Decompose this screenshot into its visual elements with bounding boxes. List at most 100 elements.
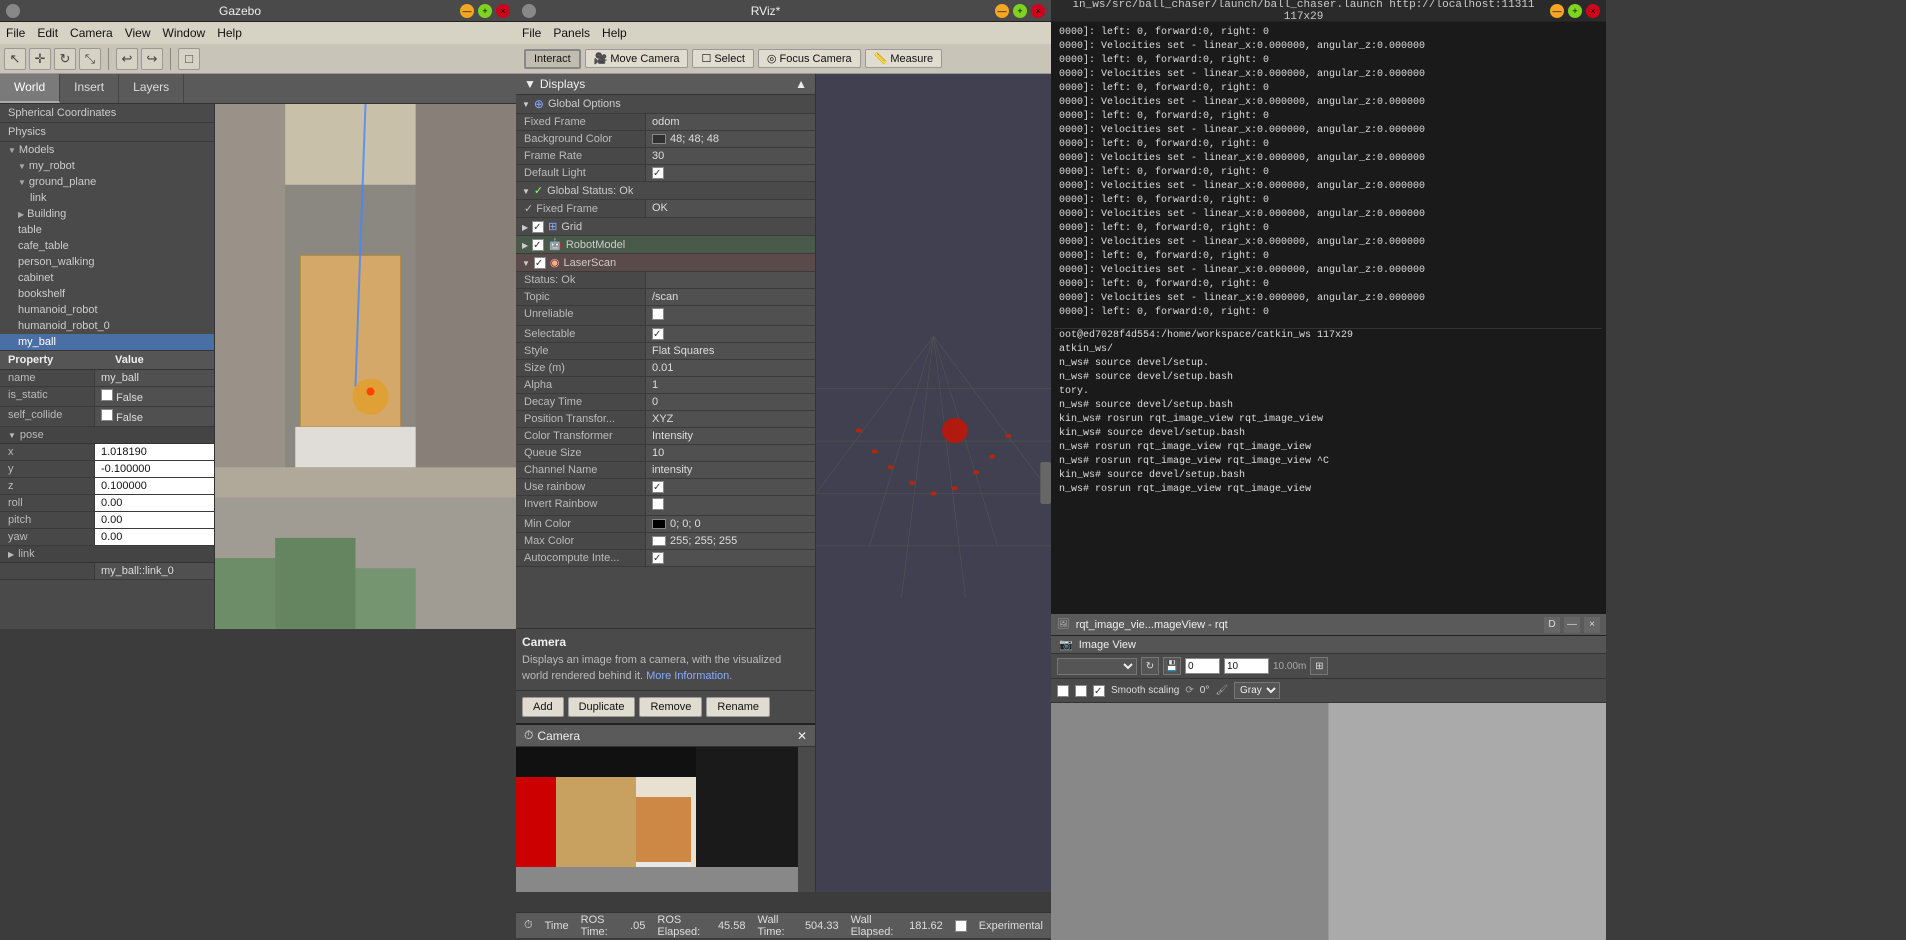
- terminal-minimize[interactable]: —: [1550, 4, 1564, 18]
- sidebar-item-humanoid-robot-0[interactable]: humanoid_robot_0: [0, 318, 214, 334]
- channel-checkbox-2[interactable]: [1075, 685, 1087, 697]
- rviz-window-controls[interactable]: — + ×: [995, 4, 1045, 18]
- laser-alpha-value[interactable]: 1: [646, 377, 815, 393]
- menu-help[interactable]: Help: [217, 26, 242, 40]
- redo-icon[interactable]: ↪: [141, 48, 163, 70]
- duplicate-display-button[interactable]: Duplicate: [568, 697, 636, 717]
- menu-view[interactable]: View: [125, 26, 151, 40]
- pose-section[interactable]: pose: [0, 427, 214, 444]
- gazebo-maximize-button[interactable]: +: [478, 4, 492, 18]
- laser-color-transformer-value[interactable]: Intensity: [646, 428, 815, 444]
- channel-checkbox-1[interactable]: [1057, 685, 1069, 697]
- add-display-button[interactable]: Add: [522, 697, 564, 717]
- laser-rainbow-value[interactable]: [646, 479, 815, 495]
- laser-max-color-value[interactable]: 255; 255; 255: [646, 533, 815, 549]
- prop-value-self-collide[interactable]: False: [95, 407, 214, 426]
- gazebo-viewport[interactable]: [215, 104, 516, 629]
- sidebar-item-table[interactable]: table: [0, 222, 214, 238]
- rotate-tool-icon[interactable]: ↻: [54, 48, 76, 70]
- rviz-close-button[interactable]: ×: [1031, 4, 1045, 18]
- unreliable-checkbox[interactable]: [652, 308, 664, 320]
- rviz-menu-panels[interactable]: Panels: [553, 26, 590, 40]
- sidebar-spherical-coords[interactable]: Spherical Coordinates: [0, 104, 214, 123]
- laser-unreliable-value[interactable]: [646, 306, 815, 325]
- grid-checkbox[interactable]: [532, 221, 544, 233]
- terminal-window-controls[interactable]: — + ×: [1550, 4, 1600, 18]
- sidebar-item-cabinet[interactable]: cabinet: [0, 270, 214, 286]
- image-view-close[interactable]: ×: [1584, 617, 1600, 633]
- gazebo-close-button[interactable]: ×: [496, 4, 510, 18]
- tab-layers[interactable]: Layers: [119, 74, 184, 103]
- prop-value-z[interactable]: 0.100000: [95, 478, 214, 494]
- undo-icon[interactable]: ↩: [116, 48, 138, 70]
- sidebar-item-humanoid-robot[interactable]: humanoid_robot: [0, 302, 214, 318]
- zoom-max-input[interactable]: [1224, 658, 1269, 674]
- move-camera-button[interactable]: 🎥 Move Camera: [585, 49, 689, 68]
- laser-style-value[interactable]: Flat Squares: [646, 343, 815, 359]
- sidebar-item-link[interactable]: link: [0, 190, 214, 206]
- laser-min-color-value[interactable]: 0; 0; 0: [646, 516, 815, 532]
- laser-decay-value[interactable]: 0: [646, 394, 815, 410]
- zoom-input[interactable]: [1185, 658, 1220, 674]
- laser-topic-value[interactable]: /scan: [646, 289, 815, 305]
- terminal-maximize[interactable]: +: [1568, 4, 1582, 18]
- frame-rate-value[interactable]: 30: [646, 148, 815, 164]
- rainbow-checkbox[interactable]: [652, 481, 664, 493]
- image-view-controls[interactable]: D — ×: [1544, 617, 1600, 633]
- laser-channel-value[interactable]: intensity: [646, 462, 815, 478]
- gazebo-minimize-button[interactable]: —: [460, 4, 474, 18]
- menu-window[interactable]: Window: [163, 26, 206, 40]
- laser-selectable-value[interactable]: [646, 326, 815, 342]
- laser-autocompute-value[interactable]: [646, 550, 815, 566]
- background-color-value[interactable]: 48; 48; 48: [646, 131, 815, 147]
- prop-value-is-static[interactable]: False: [95, 387, 214, 406]
- sidebar-item-bookshelf[interactable]: bookshelf: [0, 286, 214, 302]
- image-view-minimize[interactable]: —: [1564, 617, 1580, 633]
- sidebar-item-my-robot[interactable]: my_robot: [0, 158, 214, 174]
- focus-camera-button[interactable]: ◎ Focus Camera: [758, 49, 861, 68]
- save-image-button[interactable]: 💾: [1163, 657, 1181, 675]
- rviz-menu-help[interactable]: Help: [602, 26, 627, 40]
- menu-edit[interactable]: Edit: [37, 26, 58, 40]
- displays-collapse-icon[interactable]: ▼: [524, 77, 536, 91]
- default-light-checkbox[interactable]: [652, 167, 664, 179]
- experimental-checkbox[interactable]: [955, 920, 967, 932]
- color-mode-select[interactable]: Gray: [1234, 682, 1280, 699]
- sidebar-physics[interactable]: Physics: [0, 123, 214, 142]
- display-global-status[interactable]: ✓ Global Status: Ok: [516, 182, 815, 200]
- prop-value-roll[interactable]: 0.00: [95, 495, 214, 511]
- prop-value-link[interactable]: my_ball::link_0: [95, 563, 214, 579]
- measure-button[interactable]: 📏 Measure: [865, 49, 943, 68]
- laser-invert-rainbow-value[interactable]: [646, 496, 815, 515]
- rviz-viewport[interactable]: [816, 74, 1051, 892]
- display-laser-scan[interactable]: ◉ LaserScan: [516, 254, 815, 272]
- robot-model-checkbox[interactable]: [532, 239, 544, 251]
- select-button[interactable]: ☐ Select: [692, 49, 753, 68]
- is-static-checkbox[interactable]: [101, 389, 113, 401]
- prop-value-y[interactable]: -0.100000: [95, 461, 214, 477]
- fixed-frame-value[interactable]: odom: [646, 114, 815, 130]
- camera-more-info-link[interactable]: More Information.: [646, 670, 732, 682]
- prop-value-name[interactable]: my_ball: [95, 370, 214, 386]
- laser-pos-value[interactable]: XYZ: [646, 411, 815, 427]
- prop-value-pitch[interactable]: 0.00: [95, 512, 214, 528]
- sidebar-item-building[interactable]: Building: [0, 206, 214, 222]
- invert-rainbow-checkbox[interactable]: [652, 498, 664, 510]
- rviz-minimize-button[interactable]: —: [995, 4, 1009, 18]
- scale-tool-icon[interactable]: ⤡: [79, 48, 101, 70]
- translate-tool-icon[interactable]: ✛: [29, 48, 51, 70]
- zoom-fit-button[interactable]: ⊞: [1310, 657, 1328, 675]
- box-icon[interactable]: □: [178, 48, 200, 70]
- tab-insert[interactable]: Insert: [60, 74, 119, 103]
- sidebar-item-person-walking[interactable]: person_walking: [0, 254, 214, 270]
- prop-value-yaw[interactable]: 0.00: [95, 529, 214, 545]
- self-collide-checkbox[interactable]: [101, 409, 113, 421]
- default-light-value[interactable]: [646, 165, 815, 181]
- interact-button[interactable]: Interact: [524, 49, 581, 69]
- rename-display-button[interactable]: Rename: [706, 697, 770, 717]
- refresh-button[interactable]: ↻: [1141, 657, 1159, 675]
- menu-file[interactable]: File: [6, 26, 25, 40]
- display-robot-model[interactable]: 🤖 RobotModel: [516, 236, 815, 254]
- menu-camera[interactable]: Camera: [70, 26, 113, 40]
- laser-size-value[interactable]: 0.01: [646, 360, 815, 376]
